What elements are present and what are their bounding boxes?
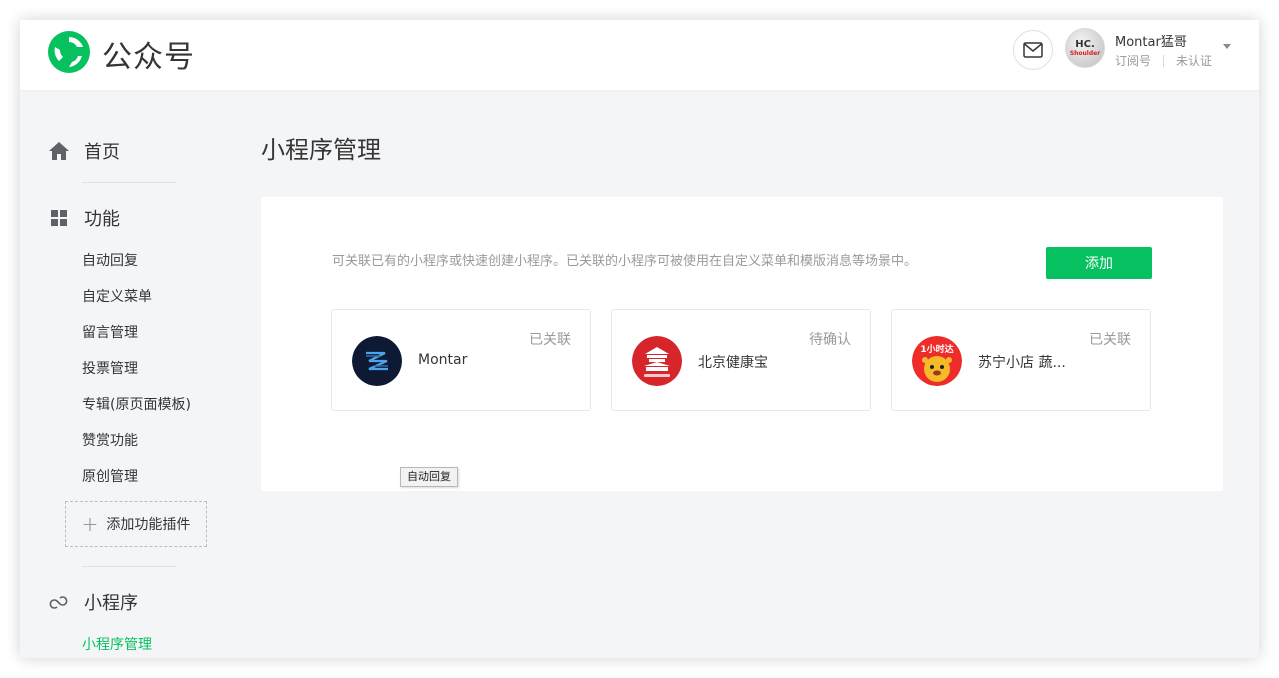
account-dropdown-icon[interactable]	[1223, 44, 1231, 49]
miniprogram-status: 待确认	[809, 332, 851, 348]
sidebar-item-miniprogram-management[interactable]: 小程序管理	[82, 634, 152, 654]
sidebar-item-comments[interactable]: 留言管理	[82, 322, 138, 342]
panel-description: 可关联已有的小程序或快速创建小程序。已关联的小程序可被使用在自定义菜单和模版消息…	[332, 254, 918, 269]
miniprogram-card[interactable]: 北京健康宝 待确认	[611, 309, 871, 411]
miniprogram-name: 北京健康宝	[698, 355, 768, 371]
message-button[interactable]	[1013, 30, 1053, 70]
sidebar-divider	[82, 566, 177, 567]
sidebar-section-miniprogram[interactable]: 小程序	[48, 589, 138, 615]
user-meta: 订阅号 未认证	[1115, 52, 1212, 69]
miniprogram-name: 苏宁小店 蔬...	[978, 355, 1066, 371]
tooltip: 自动回复	[400, 467, 458, 487]
miniprogram-status: 已关联	[1089, 332, 1131, 348]
plus-icon: +	[81, 512, 99, 536]
account-type: 订阅号	[1115, 54, 1152, 68]
sidebar-item-original[interactable]: 原创管理	[82, 466, 138, 486]
sidebar-item-votes[interactable]: 投票管理	[82, 358, 138, 378]
sidebar-item-auto-reply[interactable]: 自动回复	[82, 250, 138, 270]
miniprogram-card[interactable]: Montar 已关联	[331, 309, 591, 411]
sidebar-section-features[interactable]: 功能	[48, 205, 120, 231]
sidebar-item-albums[interactable]: 专辑(原页面模板)	[82, 394, 191, 414]
miniprogram-card[interactable]: 1小时达 苏宁小店 蔬... 已关联	[891, 309, 1151, 411]
mail-icon	[1023, 42, 1043, 58]
miniprogram-status: 已关联	[529, 332, 571, 348]
user-avatar[interactable]: HC. Shoulder	[1065, 28, 1105, 68]
avatar-subtext: Shoulder	[1069, 50, 1101, 57]
grid-icon	[51, 210, 67, 226]
miniprogram-name: Montar	[418, 352, 468, 368]
top-bar: 公众号 HC. Shoulder Montar猛哥 订阅号 未认证	[20, 20, 1259, 90]
home-icon	[49, 142, 69, 160]
sidebar-features-label: 功能	[84, 209, 120, 230]
verify-status: 未认证	[1176, 54, 1213, 68]
montar-app-icon	[352, 336, 402, 386]
beijing-health-app-icon	[632, 336, 682, 386]
sidebar-miniprogram-label: 小程序	[84, 593, 138, 614]
add-miniprogram-button[interactable]: 添加	[1046, 247, 1152, 279]
miniprogram-panel: 可关联已有的小程序或快速创建小程序。已关联的小程序可被使用在自定义菜单和模版消息…	[261, 197, 1223, 491]
meta-separator	[1163, 54, 1165, 67]
sidebar-divider	[82, 182, 177, 183]
suning-icon-text: 1小时达	[920, 343, 953, 355]
avatar-text: HC.	[1075, 39, 1095, 50]
sidebar-home-label: 首页	[84, 142, 120, 163]
sidebar-item-home[interactable]: 首页	[48, 138, 120, 164]
suning-store-app-icon: 1小时达	[912, 336, 962, 386]
user-name[interactable]: Montar猛哥	[1115, 31, 1187, 50]
miniprogram-icon	[49, 596, 68, 609]
sidebar-item-appreciation[interactable]: 赞赏功能	[82, 430, 138, 450]
app-window: 公众号 HC. Shoulder Montar猛哥 订阅号 未认证 首页 功能 …	[20, 20, 1259, 658]
sidebar-item-custom-menu[interactable]: 自定义菜单	[82, 286, 152, 306]
add-plugin-button[interactable]: + 添加功能插件	[65, 501, 207, 547]
page-title: 小程序管理	[261, 136, 381, 164]
wechat-official-logo-icon[interactable]	[47, 30, 91, 74]
brand-title: 公众号	[102, 40, 195, 75]
add-plugin-label: 添加功能插件	[106, 517, 191, 533]
